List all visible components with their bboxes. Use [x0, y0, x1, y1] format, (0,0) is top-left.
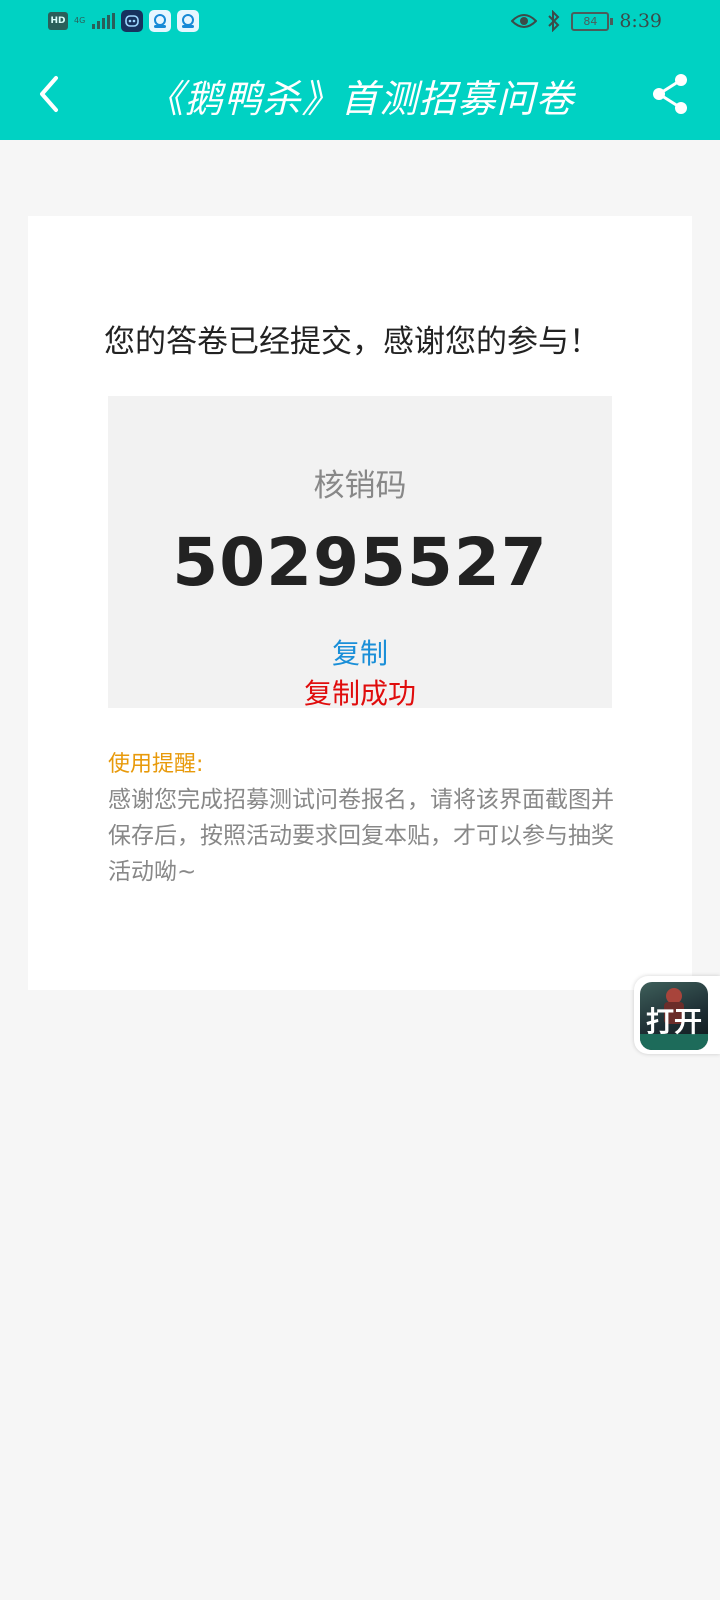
hd-icon: HD	[48, 12, 68, 30]
page-title: 《鹅鸭杀》首测招募问卷	[145, 77, 575, 121]
code-label: 核销码	[313, 468, 407, 504]
navigation-bar: 《鹅鸭杀》首测招募问卷	[0, 52, 720, 136]
app-header: HD 4G 84 8:39 《鹅鸭杀》首测招募问卷	[0, 0, 720, 140]
status-left: HD 4G	[48, 10, 199, 32]
submission-card: 您的答卷已经提交，感谢您的参与！ 核销码 50295527 复制 复制成功 使用…	[28, 216, 692, 990]
battery-icon: 84	[571, 11, 614, 31]
redemption-code-box: 核销码 50295527 复制 复制成功	[108, 396, 612, 710]
reminder-title: 使用提醒:	[108, 752, 204, 777]
network-type: 4G	[74, 16, 86, 25]
signal-icon	[92, 13, 115, 29]
copy-success-text: 复制成功	[303, 677, 416, 710]
robot-app-icon	[121, 10, 143, 32]
redemption-code: 50295527	[172, 524, 548, 601]
submission-message: 您的答卷已经提交，感谢您的参与！	[104, 324, 600, 360]
eye-icon	[511, 14, 538, 28]
cloud-app-icon-2	[177, 10, 199, 32]
game-app-icon: 打开	[640, 982, 708, 1050]
cloud-app-icon	[149, 10, 171, 32]
bluetooth-icon	[548, 10, 560, 32]
status-bar: HD 4G 84 8:39	[0, 0, 720, 46]
open-app-button[interactable]: 打开	[634, 976, 720, 1054]
reminder-text: 感谢您完成招募测试问卷报名，请将该界面截图并保存后，按照活动要求回复本贴，才可以…	[108, 787, 614, 885]
back-button[interactable]	[30, 68, 70, 120]
status-right: 84 8:39	[511, 10, 662, 32]
chevron-left-icon	[40, 76, 58, 112]
share-button[interactable]	[648, 70, 692, 118]
share-icon	[653, 74, 687, 114]
clock: 8:39	[619, 10, 662, 32]
copy-button[interactable]: 复制	[310, 632, 410, 670]
open-label: 打开	[645, 1005, 702, 1038]
